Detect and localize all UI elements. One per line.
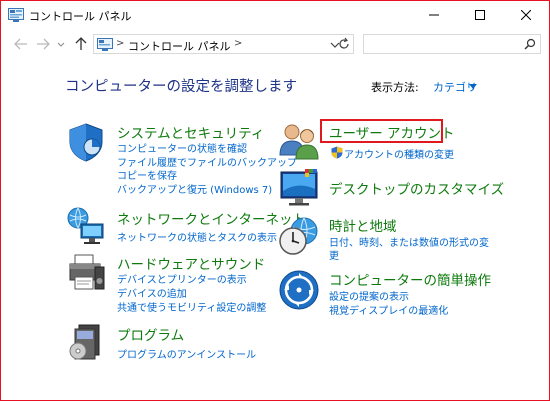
ease-of-access-icon[interactable] <box>278 269 320 311</box>
control-panel-window: コントロール パネル > コントロール パネル > コンピューターの設定を調整し… <box>0 0 550 401</box>
check-computer-status-link[interactable]: コンピューターの状態を確認 <box>117 140 247 155</box>
view-by-label: 表示方法: <box>371 81 419 94</box>
search-icon[interactable] <box>524 38 536 50</box>
network-icon[interactable] <box>65 205 107 247</box>
users-icon[interactable] <box>278 119 320 161</box>
search-field[interactable] <box>363 34 541 54</box>
backup-and-restore-link[interactable]: バックアップと復元 (Windows 7) <box>117 181 272 196</box>
up-arrow-icon[interactable] <box>73 36 89 52</box>
title-bar: コントロール パネル <box>1 1 549 29</box>
forward-arrow-icon[interactable] <box>35 36 51 52</box>
uac-shield-icon <box>331 146 343 159</box>
user-accounts-title[interactable]: ユーザー アカウント <box>329 122 455 142</box>
let-windows-suggest-settings-link[interactable]: 設定の提案の表示 <box>329 288 409 303</box>
appearance-and-personalization-title[interactable]: デスクトップのカスタマイズ <box>329 178 504 198</box>
window-title: コントロール パネル <box>29 10 132 23</box>
programs-title[interactable]: プログラム <box>117 324 184 344</box>
uninstall-program-link[interactable]: プログラムのアンインストール <box>117 346 256 361</box>
desktop-icon[interactable] <box>278 167 320 209</box>
control-panel-icon <box>97 38 113 51</box>
change-date-time-format-link-continued[interactable]: 更 <box>329 247 339 262</box>
ease-of-access-title[interactable]: コンピューターの簡単操作 <box>329 269 491 289</box>
address-bar[interactable]: > コントロール パネル > <box>93 34 354 54</box>
shield-icon[interactable] <box>65 121 107 163</box>
change-account-type-link[interactable]: アカウントの種類の変更 <box>344 146 454 161</box>
view-by-chevron-down-icon[interactable] <box>469 84 477 90</box>
view-network-status-link[interactable]: ネットワークの状態とタスクの表示 <box>117 229 277 244</box>
view-devices-and-printers-link[interactable]: デバイスとプリンターの表示 <box>117 271 247 286</box>
page-heading: コンピューターの設定を調整します <box>65 79 297 95</box>
close-icon <box>521 10 531 20</box>
back-arrow-icon[interactable] <box>13 36 29 52</box>
clock-and-region-title[interactable]: 時計と地域 <box>329 215 397 235</box>
change-date-time-format-link[interactable]: 日付、時刻、または数値の形式の変 <box>329 234 489 249</box>
breadcrumb-separator-icon[interactable]: > <box>234 38 242 49</box>
system-and-security-title[interactable]: システムとセキュリティ <box>117 122 264 142</box>
file-history-backup-link-continued[interactable]: コピーを保存 <box>117 167 177 182</box>
clock-icon[interactable] <box>278 215 320 257</box>
hardware-and-sound-title[interactable]: ハードウェアとサウンド <box>117 253 265 273</box>
close-button[interactable] <box>503 1 549 29</box>
programs-icon[interactable] <box>65 321 107 363</box>
minimize-icon <box>429 14 439 16</box>
refresh-icon <box>339 37 349 49</box>
breadcrumb-control-panel[interactable]: コントロール パネル <box>128 38 231 54</box>
recent-locations-chevron-icon[interactable] <box>56 36 66 52</box>
breadcrumb-separator-icon: > <box>116 38 125 49</box>
add-device-link[interactable]: デバイスの追加 <box>117 285 187 300</box>
navigation-bar: > コントロール パネル > <box>1 29 549 59</box>
control-panel-icon <box>8 8 24 22</box>
printer-icon[interactable] <box>65 251 107 293</box>
minimize-button[interactable] <box>411 1 457 29</box>
optimize-visual-display-link[interactable]: 視覚ディスプレイの最適化 <box>329 302 448 317</box>
mobility-settings-link[interactable]: 共通で使うモビリティ設定の調整 <box>117 299 266 314</box>
refresh-button[interactable] <box>336 34 354 54</box>
maximize-icon <box>475 10 485 20</box>
maximize-button[interactable] <box>457 1 503 29</box>
